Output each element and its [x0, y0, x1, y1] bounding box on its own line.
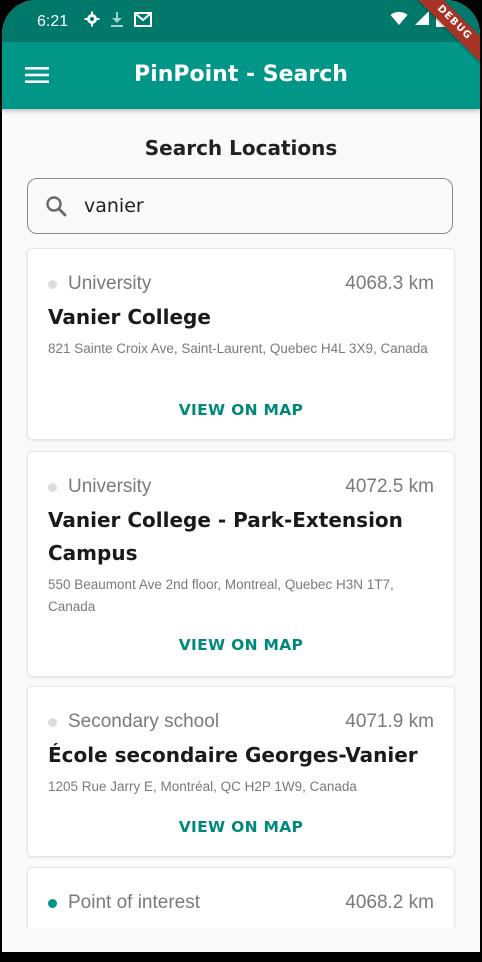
- result-header: Point of interest 4068.2 km: [48, 890, 434, 916]
- result-distance: 4068.3 km: [345, 273, 434, 294]
- status-time: 6:21: [37, 13, 69, 30]
- result-name: École secondaire Georges-Vanier: [48, 743, 418, 767]
- result-name: Vanier College - Park-Extension Campus: [48, 508, 403, 565]
- result-card[interactable]: University 4072.5 km Vanier College - Pa…: [27, 451, 455, 677]
- bottom-edge: [2, 928, 480, 952]
- settings-icon: [84, 11, 100, 31]
- result-distance: 4072.5 km: [345, 476, 434, 497]
- status-notification-icons: [84, 11, 152, 31]
- status-dot: [48, 899, 57, 908]
- app-screen: 6:21 PinPoint - Search DEBUG Search Loca…: [2, 0, 480, 952]
- status-dot: [48, 483, 57, 492]
- cell-signal-icon: [415, 11, 429, 30]
- result-category: Point of interest: [68, 892, 201, 913]
- result-category: Secondary school: [68, 711, 220, 732]
- view-on-map-button[interactable]: VIEW ON MAP: [28, 401, 454, 419]
- device-frame: 6:21 PinPoint - Search DEBUG Search Loca…: [0, 0, 482, 962]
- result-category: University: [68, 273, 152, 294]
- view-on-map-button[interactable]: VIEW ON MAP: [28, 636, 454, 654]
- status-dot: [48, 718, 57, 727]
- result-card[interactable]: Secondary school 4071.9 km École seconda…: [27, 686, 455, 857]
- status-dot: [48, 280, 57, 289]
- result-distance: 4068.2 km: [345, 892, 434, 913]
- result-header: University 4068.3 km: [48, 271, 434, 297]
- result-category: University: [68, 476, 152, 497]
- status-bar: 6:21: [2, 0, 480, 42]
- result-address: 550 Beaumont Ave 2nd floor, Montreal, Qu…: [48, 577, 394, 614]
- view-on-map-button[interactable]: VIEW ON MAP: [28, 818, 454, 836]
- result-header: Secondary school 4071.9 km: [48, 709, 434, 735]
- search-icon: [46, 196, 67, 217]
- result-card[interactable]: University 4068.3 km Vanier College 821 …: [27, 248, 455, 440]
- result-name: Vanier College: [48, 305, 211, 329]
- result-address: 821 Sainte Croix Ave, Saint-Laurent, Que…: [48, 341, 428, 356]
- result-address: 1205 Rue Jarry E, Montréal, QC H2P 1W9, …: [48, 779, 357, 794]
- result-header: University 4072.5 km: [48, 474, 434, 500]
- page-title: Search Locations: [144, 136, 338, 160]
- search-field[interactable]: [27, 178, 453, 234]
- download-icon: [110, 11, 124, 31]
- app-title: PinPoint - Search: [134, 62, 348, 87]
- result-distance: 4071.9 km: [345, 711, 434, 732]
- wifi-icon: [390, 11, 408, 30]
- gmail-icon: [134, 11, 152, 31]
- search-input[interactable]: [84, 189, 434, 223]
- app-bar: PinPoint - Search: [2, 42, 480, 109]
